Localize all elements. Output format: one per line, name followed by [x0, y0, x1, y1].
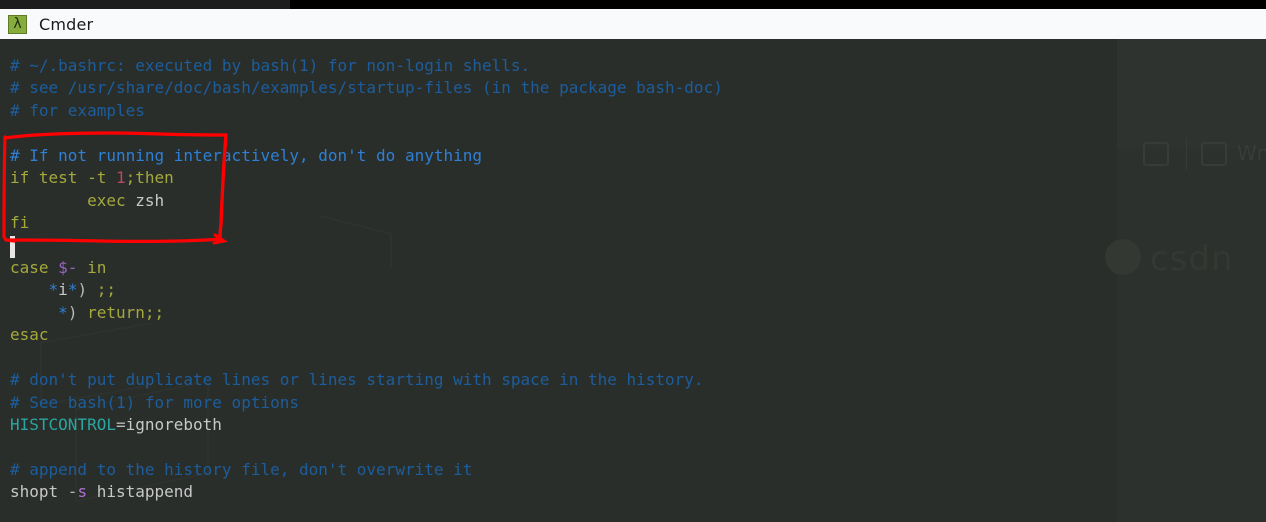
window-titlebar[interactable]: λ Cmder	[0, 9, 1266, 39]
terminal-line: # for examples	[10, 100, 723, 122]
terminal-line: *i*) ;;	[10, 279, 723, 301]
code-token: $-	[58, 257, 78, 277]
code-token: HISTCONTROL	[10, 415, 116, 434]
code-token: )	[77, 280, 88, 300]
terminal-line: *) return;;	[10, 302, 723, 324]
code-token: # append to the history file, don't over…	[10, 459, 473, 479]
code-token: in	[77, 257, 107, 277]
ghost-panel-top	[1117, 39, 1266, 149]
code-token: # for examples	[10, 100, 145, 120]
terminal-output: # ~/.bashrc: executed by bash(1) for non…	[10, 55, 723, 504]
watermark-logo-dot	[1105, 239, 1141, 275]
code-token: esac	[10, 325, 49, 345]
code-token: case	[10, 257, 59, 277]
code-token: return;;	[77, 302, 165, 322]
terminal-line: # If not running interactively, don't do…	[10, 145, 723, 167]
watermark-brand: csdn	[1150, 239, 1234, 279]
code-token: if test -t	[10, 168, 116, 188]
lambda-glyph: λ	[13, 16, 22, 32]
code-token: ignoreboth	[125, 415, 222, 434]
terminal-line: # see /usr/share/doc/bash/examples/start…	[10, 77, 723, 99]
text-cursor	[10, 235, 15, 258]
terminal-line: if test -t 1;then	[10, 167, 723, 189]
code-token: *	[48, 280, 59, 300]
code-token: # If not running interactively, don't do…	[10, 145, 483, 165]
terminal-line: HISTCONTROL=ignoreboth	[10, 414, 723, 436]
code-token: fi	[10, 213, 30, 233]
terminal-line: # append to the history file, don't over…	[10, 459, 723, 481]
code-token: exec	[10, 190, 136, 210]
ghost-window-icon	[1143, 142, 1169, 166]
terminal-line: esac	[10, 324, 723, 346]
terminal-line: case $- in	[10, 257, 723, 279]
ghost-panel-bottom	[1117, 149, 1266, 522]
code-token: # ~/.bashrc: executed by bash(1) for non…	[10, 56, 531, 75]
terminal-line: fi	[10, 212, 723, 234]
terminal-line: # See bash(1) for more options	[10, 392, 723, 414]
terminal-line: # ~/.bashrc: executed by bash(1) for non…	[10, 55, 723, 77]
terminal-line: exec zsh	[10, 190, 723, 212]
ghost-chart-icon	[1201, 142, 1227, 166]
ghost-divider	[1186, 138, 1187, 170]
ghost-label: Wm	[1237, 141, 1266, 165]
code-token: )	[67, 302, 78, 322]
code-token: -	[67, 482, 78, 502]
desktop-taskbar-segment	[0, 0, 290, 9]
code-token: zsh	[135, 190, 165, 210]
lambda-icon: λ	[8, 14, 27, 34]
code-token: =	[115, 415, 126, 434]
desktop-background-strip	[0, 0, 1266, 9]
code-token: histappend	[87, 482, 194, 502]
code-token: # See bash(1) for more options	[10, 392, 299, 412]
code-token: # don't put duplicate lines or lines sta…	[10, 370, 704, 390]
code-token: 1	[115, 168, 126, 188]
code-token: *	[67, 280, 78, 300]
window-title: Cmder	[39, 14, 94, 34]
code-token: # see /usr/share/doc/bash/examples/start…	[10, 78, 723, 98]
terminal-body[interactable]: Wm csdn # ~/.bashrc: executed by bash(1)…	[0, 39, 1266, 522]
code-token: ;;	[87, 280, 116, 300]
terminal-line: shopt -s histappend	[10, 481, 723, 503]
code-token: *	[58, 302, 68, 322]
code-token: shopt	[10, 482, 68, 502]
terminal-line: # don't put duplicate lines or lines sta…	[10, 369, 723, 391]
code-token: i	[58, 280, 68, 300]
code-token: ;then	[125, 168, 174, 188]
code-token: s	[77, 482, 88, 502]
